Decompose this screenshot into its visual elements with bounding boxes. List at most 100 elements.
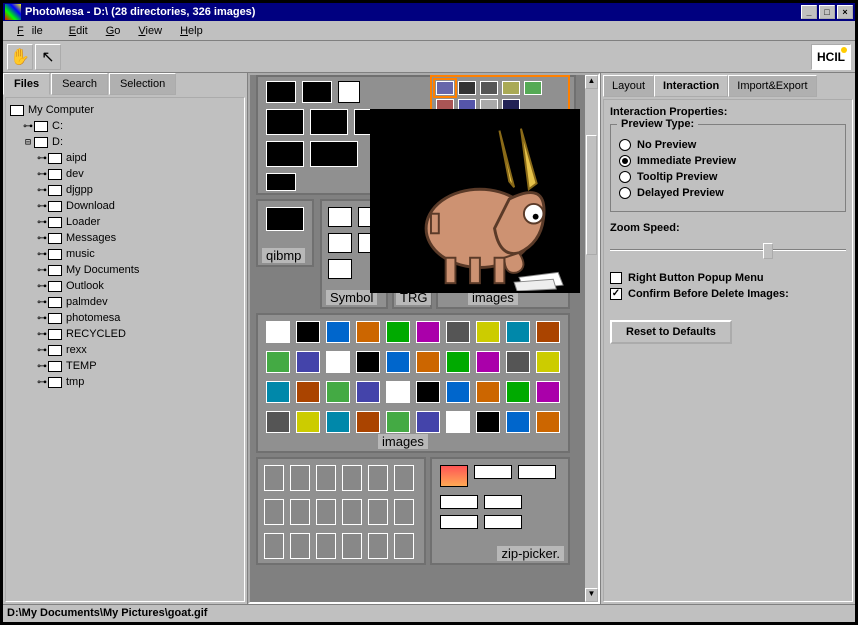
tree-item[interactable]: ⊶djgpp xyxy=(10,182,240,198)
thumbnail[interactable] xyxy=(476,411,500,433)
thumbnail[interactable] xyxy=(326,321,350,343)
thumbnail[interactable] xyxy=(440,495,478,509)
tree-item[interactable]: ⊶Messages xyxy=(10,230,240,246)
thumbnail[interactable] xyxy=(296,411,320,433)
thumbnail[interactable] xyxy=(266,109,304,135)
menu-file[interactable]: File xyxy=(9,23,59,39)
expand-icon[interactable]: ⊶ xyxy=(36,297,48,308)
tab-interaction[interactable]: Interaction xyxy=(654,75,728,97)
thumbnail[interactable] xyxy=(446,411,470,433)
thumbnail[interactable] xyxy=(342,499,362,525)
tab-search[interactable]: Search xyxy=(51,73,108,95)
thumbnail[interactable] xyxy=(436,81,454,95)
expand-icon[interactable]: ⊶ xyxy=(22,121,34,132)
thumbnail[interactable] xyxy=(536,351,560,373)
slider-thumb[interactable] xyxy=(763,243,773,259)
thumbnail[interactable] xyxy=(446,381,470,403)
thumbnail[interactable] xyxy=(416,321,440,343)
expand-icon[interactable]: ⊶ xyxy=(36,169,48,180)
radio-no-preview[interactable]: No Preview xyxy=(619,139,837,151)
check-confirm-delete[interactable]: Confirm Before Delete Images: xyxy=(610,288,846,300)
thumbnail[interactable] xyxy=(290,533,310,559)
thumb-group-images2[interactable]: images xyxy=(256,313,570,453)
expand-icon[interactable]: ⊶ xyxy=(36,185,48,196)
tree-item[interactable]: ⊶rexx xyxy=(10,342,240,358)
thumbnail[interactable] xyxy=(536,381,560,403)
thumbnail[interactable] xyxy=(316,465,336,491)
thumbnail[interactable] xyxy=(316,533,336,559)
menu-go[interactable]: Go xyxy=(98,23,129,39)
expand-icon[interactable]: ⊶ xyxy=(36,361,48,372)
expand-icon[interactable]: ⊶ xyxy=(36,313,48,324)
thumbnail[interactable] xyxy=(474,465,512,479)
tree-item[interactable]: ⊶aipd xyxy=(10,150,240,166)
thumbnail[interactable] xyxy=(368,465,388,491)
thumbnail[interactable] xyxy=(386,411,410,433)
thumbnail[interactable] xyxy=(338,81,360,103)
radio-immediate-preview[interactable]: Immediate Preview xyxy=(619,155,837,167)
radio-tooltip-preview[interactable]: Tooltip Preview xyxy=(619,171,837,183)
tree-item[interactable]: ⊶My Documents xyxy=(10,262,240,278)
tree-item[interactable]: ⊶TEMP xyxy=(10,358,240,374)
check-right-button-popup[interactable]: Right Button Popup Menu xyxy=(610,272,846,284)
expand-icon[interactable]: ⊶ xyxy=(36,345,48,356)
tree-item[interactable]: ⊶music xyxy=(10,246,240,262)
menu-help[interactable]: Help xyxy=(172,23,211,39)
tree-item[interactable]: ⊶Loader xyxy=(10,214,240,230)
menu-view[interactable]: View xyxy=(130,23,170,39)
expand-icon[interactable]: ⊶ xyxy=(36,281,48,292)
thumbnail[interactable] xyxy=(310,141,358,167)
thumbnail[interactable] xyxy=(328,207,352,227)
thumbnail[interactable] xyxy=(446,321,470,343)
thumbnail[interactable] xyxy=(328,233,352,253)
thumbnail[interactable] xyxy=(302,81,332,103)
thumbnail[interactable] xyxy=(440,515,478,529)
tab-selection[interactable]: Selection xyxy=(109,73,176,95)
expand-icon[interactable]: ⊶ xyxy=(36,249,48,260)
thumbnail[interactable] xyxy=(310,109,348,135)
thumbnail[interactable] xyxy=(446,351,470,373)
expand-icon[interactable]: ⊶ xyxy=(36,265,48,276)
thumbnail[interactable] xyxy=(342,465,362,491)
tab-import-export[interactable]: Import&Export xyxy=(728,75,816,97)
expand-icon[interactable]: ⊶ xyxy=(36,217,48,228)
thumbnail[interactable] xyxy=(290,465,310,491)
thumbnail[interactable] xyxy=(316,499,336,525)
thumbnail[interactable] xyxy=(484,495,522,509)
thumbnail[interactable] xyxy=(518,465,556,479)
thumbnail[interactable] xyxy=(356,381,380,403)
thumbnail[interactable] xyxy=(386,381,410,403)
thumbnail[interactable] xyxy=(264,533,284,559)
thumbnail[interactable] xyxy=(506,351,530,373)
thumbnail[interactable] xyxy=(266,141,304,167)
thumbnail[interactable] xyxy=(416,411,440,433)
tree-item[interactable]: ⊶dev xyxy=(10,166,240,182)
tree-item[interactable]: ⊶palmdev xyxy=(10,294,240,310)
thumbnail[interactable] xyxy=(476,351,500,373)
thumbnail[interactable] xyxy=(506,411,530,433)
thumbnail[interactable] xyxy=(506,381,530,403)
thumbnail[interactable] xyxy=(394,499,414,525)
thumbnail[interactable] xyxy=(290,499,310,525)
thumbnail[interactable] xyxy=(394,465,414,491)
tree-c-drive[interactable]: ⊶C: xyxy=(10,118,240,134)
thumbnail[interactable] xyxy=(458,81,476,95)
thumbnail[interactable] xyxy=(506,321,530,343)
maximize-button[interactable]: □ xyxy=(819,5,835,19)
thumbnail[interactable] xyxy=(266,81,296,103)
tree-item[interactable]: ⊶Outlook xyxy=(10,278,240,294)
thumb-group-bottom[interactable] xyxy=(256,457,426,565)
thumbnail[interactable] xyxy=(416,381,440,403)
tree-root[interactable]: My Computer xyxy=(10,102,240,118)
expand-icon[interactable]: ⊶ xyxy=(36,377,48,388)
thumb-group-qibmp[interactable]: qibmp xyxy=(256,199,314,267)
tree-item[interactable]: ⊶photomesa xyxy=(10,310,240,326)
minimize-button[interactable]: _ xyxy=(801,5,817,19)
radio-delayed-preview[interactable]: Delayed Preview xyxy=(619,187,837,199)
thumbnail[interactable] xyxy=(536,411,560,433)
image-canvas[interactable]: qibmp Symbol TRG images xyxy=(248,73,600,604)
thumbnail[interactable] xyxy=(440,465,468,487)
thumbnail[interactable] xyxy=(266,207,304,231)
thumbnail[interactable] xyxy=(368,499,388,525)
tab-files[interactable]: Files xyxy=(3,73,50,95)
